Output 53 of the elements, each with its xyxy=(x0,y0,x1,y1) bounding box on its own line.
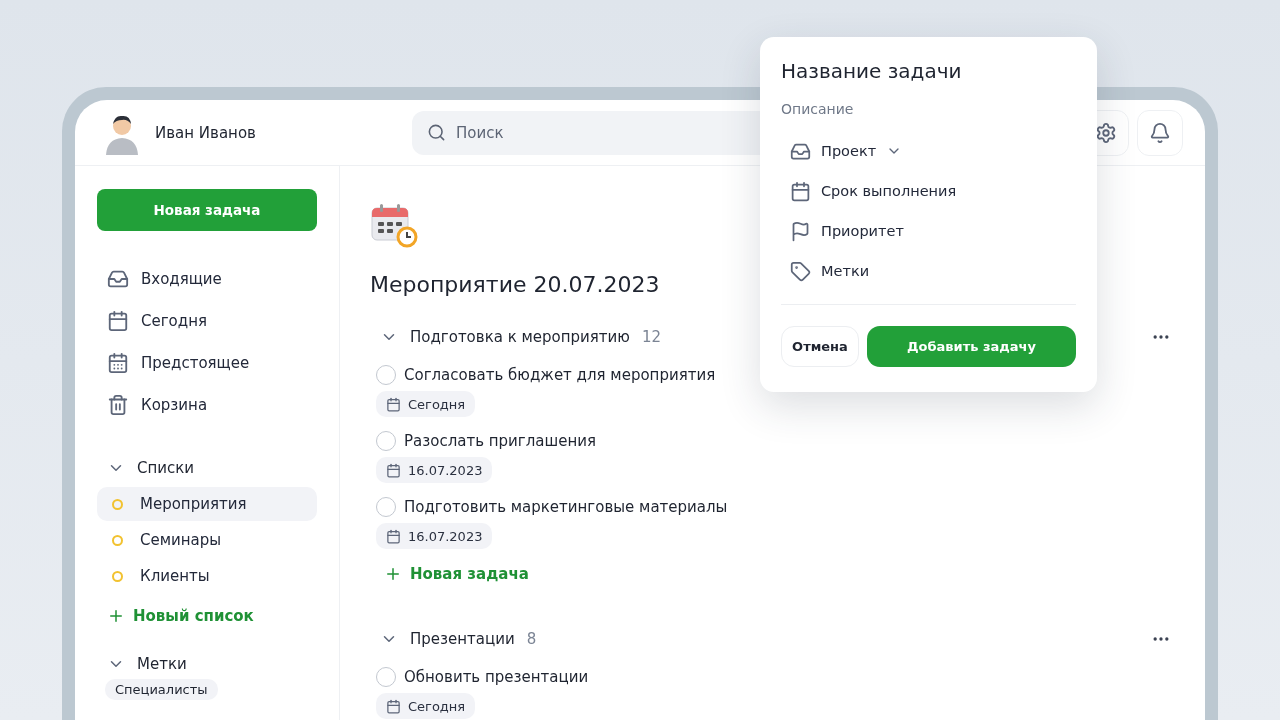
search-icon xyxy=(427,122,446,142)
due-date-chip: Сегодня xyxy=(376,693,476,719)
task-checkbox[interactable] xyxy=(376,667,396,687)
notifications-button[interactable] xyxy=(1137,109,1183,156)
task-title: Разослать приглашения xyxy=(404,432,597,450)
nav-item[interactable]: Входящие xyxy=(97,261,317,297)
tag-icon xyxy=(790,260,811,282)
task-option[interactable]: Метки xyxy=(781,251,870,291)
settings-icon xyxy=(1095,121,1117,144)
lists-header[interactable]: Списки xyxy=(97,451,317,485)
nav-item[interactable]: Сегодня xyxy=(97,303,317,339)
calendar-icon xyxy=(386,528,401,544)
task-checkbox[interactable] xyxy=(376,431,396,451)
calendar-icon xyxy=(107,352,129,374)
task-title-field[interactable]: Название задачи xyxy=(781,57,1076,85)
plus-icon xyxy=(384,565,402,583)
tags-header[interactable]: Метки xyxy=(97,647,317,681)
nav-item[interactable]: Корзина xyxy=(97,387,317,423)
bell-icon xyxy=(1149,121,1171,144)
calendar-icon xyxy=(386,396,401,412)
calendar-icon xyxy=(386,462,401,478)
calendar-icon xyxy=(386,698,401,714)
new-task-link[interactable]: Новая задача xyxy=(370,557,1175,591)
calendar-icon xyxy=(107,310,129,332)
cancel-button[interactable]: Отмена xyxy=(781,326,859,367)
list-item[interactable]: Клиенты xyxy=(97,559,317,593)
calendar-clock-drawing xyxy=(370,202,418,248)
new-list-link[interactable]: Новый список xyxy=(97,599,317,633)
due-date-chip: 16.07.2023 xyxy=(376,523,493,549)
section-title: Подготовка к мероприятию xyxy=(410,328,630,346)
task-option[interactable]: Срок выполнения xyxy=(781,171,957,211)
user-name: Иван Иванов xyxy=(155,123,256,142)
task-count: 8 xyxy=(526,630,537,648)
project-title: Мероприятие 20.07.2023 xyxy=(370,272,661,297)
section-title: Презентации xyxy=(410,630,515,648)
task-title: Согласовать бюджет для мероприятия xyxy=(404,366,716,384)
plus-icon xyxy=(107,607,125,625)
flag-icon xyxy=(790,220,811,242)
task-title: Обновить презентации xyxy=(404,668,589,686)
list-item[interactable]: Мероприятия xyxy=(97,487,317,521)
due-date-chip: Сегодня xyxy=(376,391,476,417)
due-date-chip: 16.07.2023 xyxy=(376,457,493,483)
task-title: Подготовить маркетинговые материалы xyxy=(404,498,728,516)
nav-item[interactable]: Предстоящее xyxy=(97,345,317,381)
trash-icon xyxy=(107,394,129,416)
task-option[interactable]: Приоритет xyxy=(781,211,904,251)
calendar-icon xyxy=(790,180,811,202)
list-item[interactable]: Семинары xyxy=(97,523,317,557)
tag-chip[interactable]: Специалисты xyxy=(105,679,218,700)
task-checkbox[interactable] xyxy=(376,365,396,385)
inbox-icon xyxy=(107,268,129,290)
task-checkbox[interactable] xyxy=(376,497,396,517)
task-count: 12 xyxy=(641,328,662,346)
